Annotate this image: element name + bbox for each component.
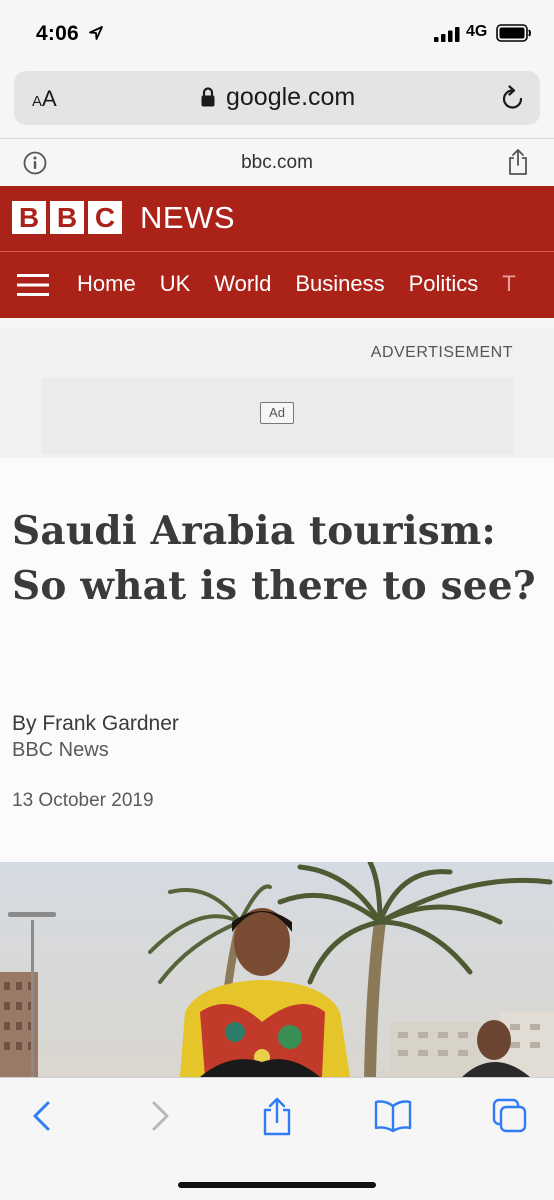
- browser-toolbar: [0, 1077, 554, 1200]
- forward-chevron-icon[interactable]: [140, 1096, 180, 1136]
- share-icon[interactable]: [257, 1096, 297, 1136]
- site-info-bar: bbc.com: [0, 138, 554, 186]
- bbc-logo[interactable]: B B C: [12, 201, 122, 234]
- url-text: google.com: [226, 83, 356, 111]
- network-type: 4G: [466, 23, 488, 40]
- location-arrow-icon: [89, 26, 103, 40]
- back-chevron-icon[interactable]: [22, 1096, 62, 1136]
- nav-item-uk[interactable]: UK: [160, 271, 191, 297]
- bbc-logo-letter: C: [88, 201, 122, 234]
- share-icon[interactable]: [506, 148, 530, 176]
- article-byline: By Frank Gardner: [12, 712, 179, 735]
- nav-item-business[interactable]: Business: [295, 271, 384, 297]
- news-wordmark[interactable]: NEWS: [140, 201, 235, 235]
- reload-icon[interactable]: [500, 84, 526, 112]
- lock-icon: [201, 87, 215, 107]
- hamburger-menu-icon[interactable]: [17, 273, 49, 297]
- advertisement-section: ADVERTISEMENT Ad: [0, 328, 554, 458]
- bookmarks-icon[interactable]: [373, 1096, 413, 1136]
- advertisement-label: ADVERTISEMENT: [370, 344, 513, 361]
- nav-items: Home UK World Business Politics T: [77, 271, 540, 297]
- nav-item-home[interactable]: Home: [77, 271, 136, 297]
- article-date: 13 October 2019: [12, 790, 154, 811]
- address-bar[interactable]: AA google.com: [14, 71, 540, 125]
- hero-photo: [0, 862, 554, 1077]
- status-time: 4:06: [36, 22, 79, 45]
- status-bar: 4:06 4G: [0, 0, 554, 64]
- nav-item-politics[interactable]: Politics: [409, 271, 479, 297]
- article-hero-image: [0, 862, 554, 1077]
- nav-item-truncated[interactable]: T: [502, 271, 515, 297]
- article-header: Saudi Arabia tourism: So what is there t…: [0, 458, 554, 862]
- text-size-button[interactable]: AA: [32, 86, 57, 112]
- tabs-icon[interactable]: [490, 1096, 530, 1136]
- article-publisher: BBC News: [12, 739, 109, 761]
- ad-slot[interactable]: Ad: [41, 378, 513, 454]
- battery-icon: [496, 24, 531, 42]
- site-domain: bbc.com: [241, 152, 313, 173]
- nav-item-world[interactable]: World: [214, 271, 271, 297]
- bbc-news-header: B B C NEWS: [0, 186, 554, 252]
- home-indicator: [178, 1182, 376, 1188]
- ad-badge: Ad: [260, 402, 294, 424]
- bbc-nav-bar: Home UK World Business Politics T: [0, 252, 554, 318]
- article-headline: Saudi Arabia tourism: So what is there t…: [12, 508, 536, 609]
- bbc-logo-letter: B: [12, 201, 46, 234]
- cellular-signal-icon: [434, 27, 460, 42]
- bbc-logo-letter: B: [50, 201, 84, 234]
